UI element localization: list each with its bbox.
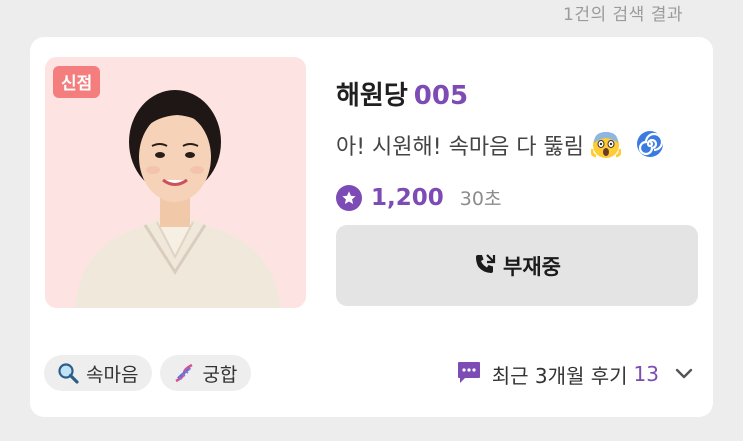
tagline-text: 아! 시원해! 속마음 다 뚫림 [336,135,585,160]
rating-value: 1,200 [371,184,444,211]
counselor-title[interactable]: 해원당 005 [336,75,468,112]
call-duration: 30초 [459,188,502,210]
search-result-count: 1건의 검색 결과 [563,5,683,25]
missed-call-icon [473,252,497,280]
dna-icon [173,362,195,384]
unavailable-status-button[interactable]: 부재중 [336,225,698,306]
tag-list: 속마음 궁합 [44,355,252,391]
counselor-code: 005 [413,81,469,111]
status-label: 부재중 [503,254,561,279]
chat-bubble-icon [456,359,482,389]
tag-label: 속마음 [86,363,139,386]
tag-chip-inner-thoughts[interactable]: 속마음 [44,355,153,391]
rating-row: 1,200 30초 [336,184,501,211]
review-label: 최근 3개월 후기 [491,363,628,388]
screaming-face-icon [590,131,622,165]
review-count: 13 [633,362,659,386]
tag-label: 궁합 [202,363,238,386]
tag-chip-compatibility[interactable]: 궁합 [160,355,252,391]
recent-reviews-toggle[interactable]: 최근 3개월 후기 13 [456,359,693,389]
counselor-card[interactable]: 신점 해원당 005 아! 시원해! 속마음 다 뚫림 1,200 30초 부재… [30,37,713,417]
magnifier-icon [57,362,79,384]
counselor-name: 해원당 [336,81,408,111]
chevron-down-icon[interactable] [675,365,693,384]
counselor-tagline: 아! 시원해! 속마음 다 뚫림 [336,129,664,165]
new-badge: 신점 [53,66,101,98]
counselor-photo[interactable]: 신점 [45,57,306,308]
cyclone-icon [636,130,664,164]
star-icon [336,184,362,211]
